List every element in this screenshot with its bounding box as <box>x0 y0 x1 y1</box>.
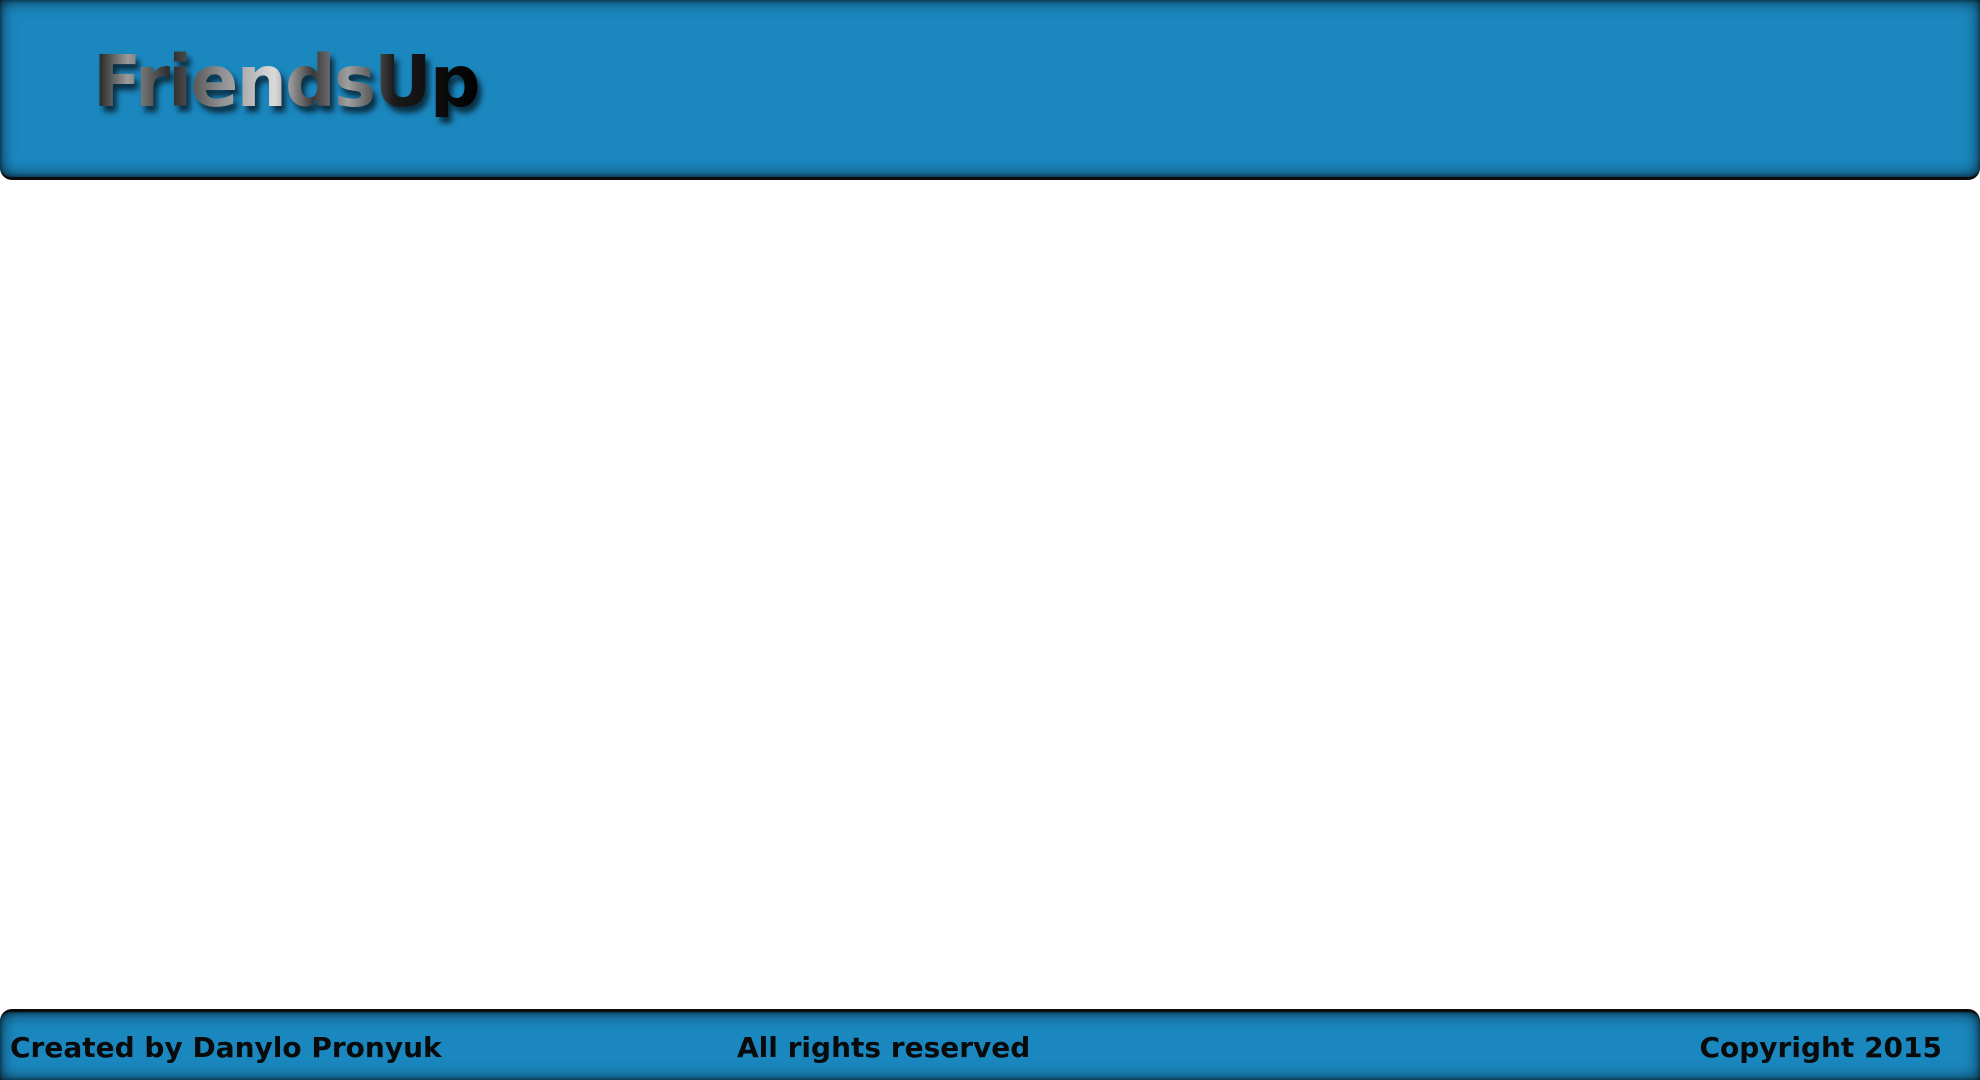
footer-copyright: Copyright 2015 <box>1699 1031 1942 1064</box>
site-logo[interactable]: FriendsUp <box>93 46 481 117</box>
site-footer: Created by Danylo Pronyuk All rights res… <box>0 1009 1980 1080</box>
page: FriendsUp Created by Danylo Pronyuk All … <box>0 0 1980 1080</box>
main-content <box>0 180 1980 1010</box>
footer-rights: All rights reserved <box>737 1031 1031 1064</box>
footer-credits: Created by Danylo Pronyuk <box>10 1031 442 1064</box>
site-header: FriendsUp <box>0 0 1980 180</box>
